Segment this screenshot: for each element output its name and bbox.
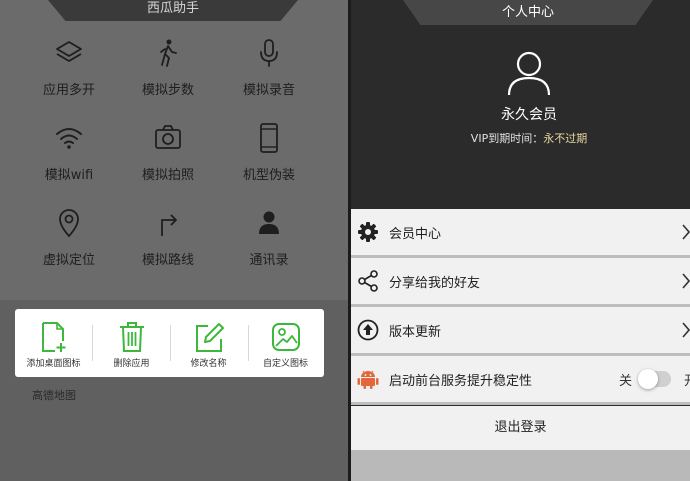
wifi-icon [56, 128, 82, 149]
left-screen: 西瓜助手 应用多开 模拟步数 模拟录音 模拟wifi 模拟拍照 机型伪装 虚拟定… [0, 0, 348, 481]
menu-label: 会员中心 [389, 227, 442, 242]
popup-label: 修改名称 [190, 359, 227, 369]
tool-fake-wifi[interactable]: 模拟wifi [19, 123, 119, 183]
phone-device-icon [260, 123, 278, 153]
chevron-right-icon [682, 273, 690, 289]
tool-label: 机型伪装 [242, 168, 295, 183]
toggle-knob [638, 369, 658, 389]
tool-label: 模拟步数 [141, 83, 194, 98]
tool-label: 应用多开 [42, 83, 95, 98]
add-desktop-icon-button[interactable]: 添加桌面图标 [15, 309, 92, 377]
member-center-item[interactable]: 会员中心 [351, 209, 690, 255]
gear-icon [358, 222, 378, 242]
image-icon [271, 323, 300, 351]
tool-fake-route[interactable]: 模拟路线 [118, 208, 218, 268]
chevron-right-icon [682, 322, 690, 338]
version-update-item[interactable]: 版本更新 [351, 307, 690, 353]
share-icon [358, 270, 378, 292]
tool-label: 通讯录 [249, 253, 289, 268]
share-friends-item[interactable]: 分享给我的好友 [351, 258, 690, 304]
location-pin-icon [59, 209, 79, 238]
page-title: 个人中心 [403, 0, 653, 25]
trash-icon [119, 322, 144, 352]
app-action-popup: 添加桌面图标 删除应用 修改名称 自定义图标 [15, 309, 324, 377]
toggle-on-label: 开 [684, 370, 690, 389]
menu-label: 启动前台服务提升稳定性 [389, 374, 533, 389]
tool-label: 模拟录音 [242, 83, 295, 98]
popup-label: 添加桌面图标 [26, 359, 81, 369]
foreground-service-toggle[interactable] [638, 369, 671, 389]
popup-label: 删除应用 [113, 359, 150, 369]
foreground-service-item: 启动前台服务提升稳定性 关 开 [351, 356, 690, 402]
tool-device-disguise[interactable]: 机型伪装 [219, 123, 319, 183]
tool-contacts[interactable]: 通讯录 [219, 208, 319, 268]
custom-icon-button[interactable]: 自定义图标 [247, 309, 324, 377]
vip-expiry-value: 永不过期 [543, 132, 588, 145]
chevron-right-icon [682, 224, 690, 240]
user-avatar-icon [507, 51, 551, 96]
tool-fake-recording[interactable]: 模拟录音 [219, 38, 319, 98]
add-shortcut-icon [41, 322, 65, 352]
tool-label: 虚拟定位 [42, 253, 95, 268]
member-level: 永久会员 [501, 107, 557, 123]
layers-icon [56, 41, 82, 62]
tool-virtual-location[interactable]: 虚拟定位 [19, 208, 119, 268]
upload-circle-icon [357, 319, 379, 341]
android-icon [357, 370, 379, 389]
divider [351, 402, 690, 405]
toggle-off-label: 关 [619, 374, 633, 389]
walking-person-icon [160, 39, 177, 67]
camera-icon [155, 125, 181, 149]
tool-fake-steps[interactable]: 模拟步数 [118, 38, 218, 98]
bottom-strip [351, 450, 690, 481]
tool-label: 模拟拍照 [141, 168, 194, 183]
right-screen: 个人中心 永久会员 VIP到期时间：永不过期 会员中心 分享给我的好友 版本更新… [351, 0, 690, 481]
tool-fake-photo[interactable]: 模拟拍照 [118, 123, 218, 183]
edit-icon [195, 323, 224, 352]
contact-person-icon [259, 211, 279, 234]
menu-label: 分享给我的好友 [389, 276, 481, 291]
popup-label: 自定义图标 [262, 359, 308, 369]
route-arrow-icon [161, 214, 177, 236]
vip-expiry-label: VIP到期时间： [470, 132, 544, 145]
tool-multi-open[interactable]: 应用多开 [19, 38, 119, 98]
microphone-icon [260, 39, 278, 67]
app-title: 西瓜助手 [48, 0, 298, 21]
vip-expiry: VIP到期时间：永不过期 [351, 130, 690, 146]
rename-button[interactable]: 修改名称 [170, 309, 247, 377]
tool-label: 模拟wifi [44, 168, 94, 183]
tool-label: 模拟路线 [141, 253, 194, 268]
amap-app-label[interactable]: 高德地图 [32, 387, 76, 403]
delete-app-button[interactable]: 删除应用 [93, 309, 170, 377]
menu-label: 版本更新 [389, 325, 442, 340]
logout-button[interactable]: 退出登录 [351, 406, 690, 450]
